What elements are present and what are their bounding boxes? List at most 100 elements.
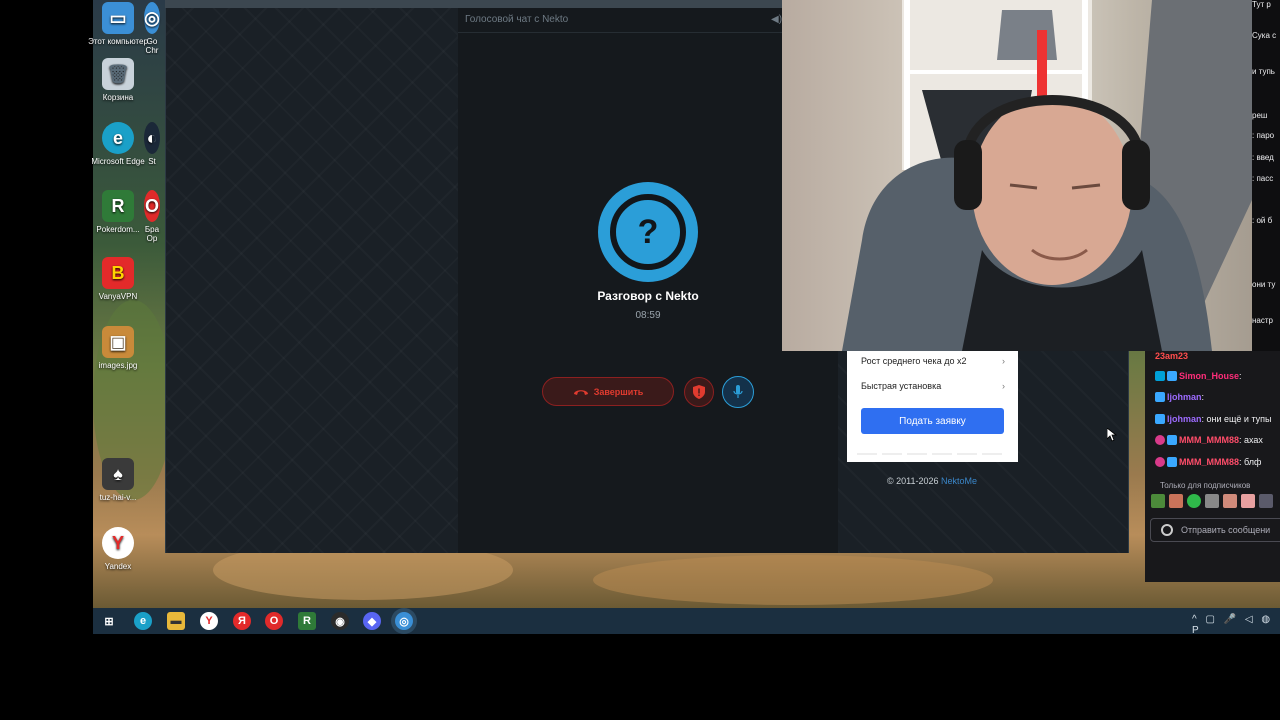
chat-username[interactable]: Simon_House xyxy=(1179,371,1239,381)
cards-image-icon: ♠ xyxy=(102,458,134,490)
chat-partial-line: реш xyxy=(1252,111,1268,120)
desktop-icon-label: St xyxy=(148,157,156,166)
chat-partial-line: настр xyxy=(1252,316,1273,325)
copyright-text: © 2011-2026 xyxy=(887,476,939,486)
chat-text: : xyxy=(1239,371,1242,381)
copyright-link[interactable]: NektoMe xyxy=(941,476,977,486)
desktop-icon-partial-chrome[interactable]: ◎ Go Chr xyxy=(140,2,164,55)
taskbar-edge-icon[interactable]: e xyxy=(134,612,152,630)
chat-partial-line: Сука с xyxy=(1252,31,1277,40)
mouse-cursor-icon xyxy=(1107,428,1117,442)
steam-icon: ◐ xyxy=(144,122,160,154)
chat-username[interactable]: 23am23 xyxy=(1155,351,1188,361)
chat-partial-line: : ой б xyxy=(1252,216,1273,225)
desktop-icon-vanyavpn[interactable]: B VanyaVPN xyxy=(88,257,148,301)
taskbar-opera-icon[interactable]: O xyxy=(265,612,283,630)
desktop-icon-this-pc[interactable]: ▭ Этот компьютер xyxy=(88,2,148,46)
chat-message: Simon_House: xyxy=(1155,371,1242,381)
chat-message: MMM_MMM88: ахах xyxy=(1155,435,1263,445)
prime-badge-icon xyxy=(1167,457,1177,467)
taskbar-obs-icon[interactable]: ◉ xyxy=(331,612,349,630)
call-window-title: Голосовой чат с Nekto xyxy=(465,14,569,25)
emote-bar[interactable] xyxy=(1151,494,1280,510)
chat-input-placeholder: Отправить сообщени xyxy=(1181,525,1271,535)
desktop-icon-partial-steam[interactable]: ◐ St xyxy=(140,122,164,166)
chat-text: : они ещё и тупы xyxy=(1201,414,1272,424)
taskbar-yandex-browser-icon[interactable]: Я xyxy=(233,612,251,630)
chat-partial-line: : введ xyxy=(1252,153,1274,162)
chevron-right-icon: › xyxy=(1002,356,1005,366)
feature-card xyxy=(847,350,1018,462)
chat-message: ljohman: они ещё и тупы xyxy=(1155,414,1272,424)
chat-username[interactable]: MMM_MMM88 xyxy=(1179,435,1239,445)
system-tray[interactable]: ^ ▢ 🎤 ◁ ◍ Р xyxy=(1192,614,1280,636)
image-file-icon: ▣ xyxy=(102,326,134,358)
webcam-image xyxy=(842,0,1252,351)
points-icon xyxy=(1161,524,1173,536)
chat-text: : блф xyxy=(1239,457,1262,467)
emote-icon[interactable] xyxy=(1223,494,1237,508)
question-mark-icon: ? xyxy=(610,194,686,270)
desktop-icon-label: Pokerdom... xyxy=(96,225,140,234)
start-button[interactable]: ⊞ xyxy=(100,612,118,630)
emote-icon[interactable] xyxy=(1169,494,1183,508)
taskbar-pokerdom-icon[interactable]: R xyxy=(298,612,316,630)
taskbar-discord-icon[interactable]: ◆ xyxy=(363,612,381,630)
prime-badge-icon xyxy=(1167,371,1177,381)
apply-button[interactable]: Подать заявку xyxy=(861,408,1004,434)
header-divider xyxy=(458,32,782,33)
vpn-icon: B xyxy=(102,257,134,289)
end-call-label: Завершить xyxy=(593,386,644,397)
sub-badge-icon xyxy=(1155,457,1165,467)
desktop-icon-label: images.jpg xyxy=(98,361,138,370)
desktop-icon-recycle-bin[interactable]: 🗑 Корзина xyxy=(88,58,148,102)
desktop-icon-images-jpg[interactable]: ▣ images.jpg xyxy=(88,326,148,370)
card-item-label: Быстрая установка xyxy=(861,381,942,391)
recycle-bin-icon: 🗑 xyxy=(102,58,134,90)
subscriber-only-notice: Только для подписчиков xyxy=(1160,481,1251,490)
desktop-icon-yandex[interactable]: Y Yandex xyxy=(88,527,148,571)
chat-text: : ахах xyxy=(1239,435,1263,445)
emote-icon[interactable] xyxy=(1259,494,1273,508)
chat-partial-line: Тут р xyxy=(1252,0,1271,9)
chat-username[interactable]: ljohman xyxy=(1167,392,1202,402)
taskbar-yandex-icon[interactable]: Y xyxy=(200,612,218,630)
prime-badge-icon xyxy=(1155,392,1165,402)
desktop-icon-tuz[interactable]: ♠ tuz-hai-v... xyxy=(88,458,148,502)
emote-icon[interactable] xyxy=(1241,494,1255,508)
chat-partial-line: и тупь xyxy=(1252,67,1275,76)
opera-icon: O xyxy=(144,190,160,222)
desktop-icon-label: Бра Op xyxy=(144,225,160,243)
emote-icon[interactable] xyxy=(1151,494,1165,508)
card-item-growth[interactable]: Рост среднего чека до х2 › xyxy=(861,356,1005,366)
microphone-button[interactable] xyxy=(722,376,754,408)
desktop-icon-partial-opera[interactable]: O Бра Op xyxy=(140,190,164,243)
emote-icon[interactable] xyxy=(1187,494,1201,508)
sub-badge-icon xyxy=(1155,435,1165,445)
chat-username[interactable]: ljohman xyxy=(1167,414,1202,424)
chat-text: : xyxy=(1201,392,1205,402)
speaker-icon[interactable]: ◀) xyxy=(771,14,782,25)
chat-partial-line: : пасс xyxy=(1252,174,1274,183)
chat-partial-line: : паро xyxy=(1252,131,1275,140)
taskbar-explorer-icon[interactable]: ▬ xyxy=(167,612,185,630)
chat-partial-line: они ту xyxy=(1252,280,1276,289)
desktop-icon-label: Yandex xyxy=(104,562,132,571)
emote-icon[interactable] xyxy=(1205,494,1219,508)
desktop-icon-label: Этот компьютер xyxy=(88,37,148,46)
card-item-label: Рост среднего чека до х2 xyxy=(861,356,967,366)
chat-input[interactable]: Отправить сообщени xyxy=(1150,518,1280,542)
window-titlebar xyxy=(165,0,782,8)
desktop-icon-label: tuz-hai-v... xyxy=(99,493,137,502)
report-button[interactable] xyxy=(684,377,714,407)
taskbar-chrome-icon[interactable]: ◎ xyxy=(395,612,413,630)
microphone-icon xyxy=(733,385,743,398)
desktop-icon-pokerdom[interactable]: R Pokerdom... xyxy=(88,190,148,234)
chat-username[interactable]: MMM_MMM88 xyxy=(1179,457,1239,467)
chrome-icon: ◎ xyxy=(144,2,160,34)
shield-icon xyxy=(693,385,705,399)
card-item-install[interactable]: Быстрая установка › xyxy=(861,381,1005,391)
end-call-button[interactable]: Завершить xyxy=(542,377,674,406)
desktop-icon-label: Microsoft Edge xyxy=(91,157,145,166)
desktop-icon-edge[interactable]: e Microsoft Edge xyxy=(88,122,148,166)
